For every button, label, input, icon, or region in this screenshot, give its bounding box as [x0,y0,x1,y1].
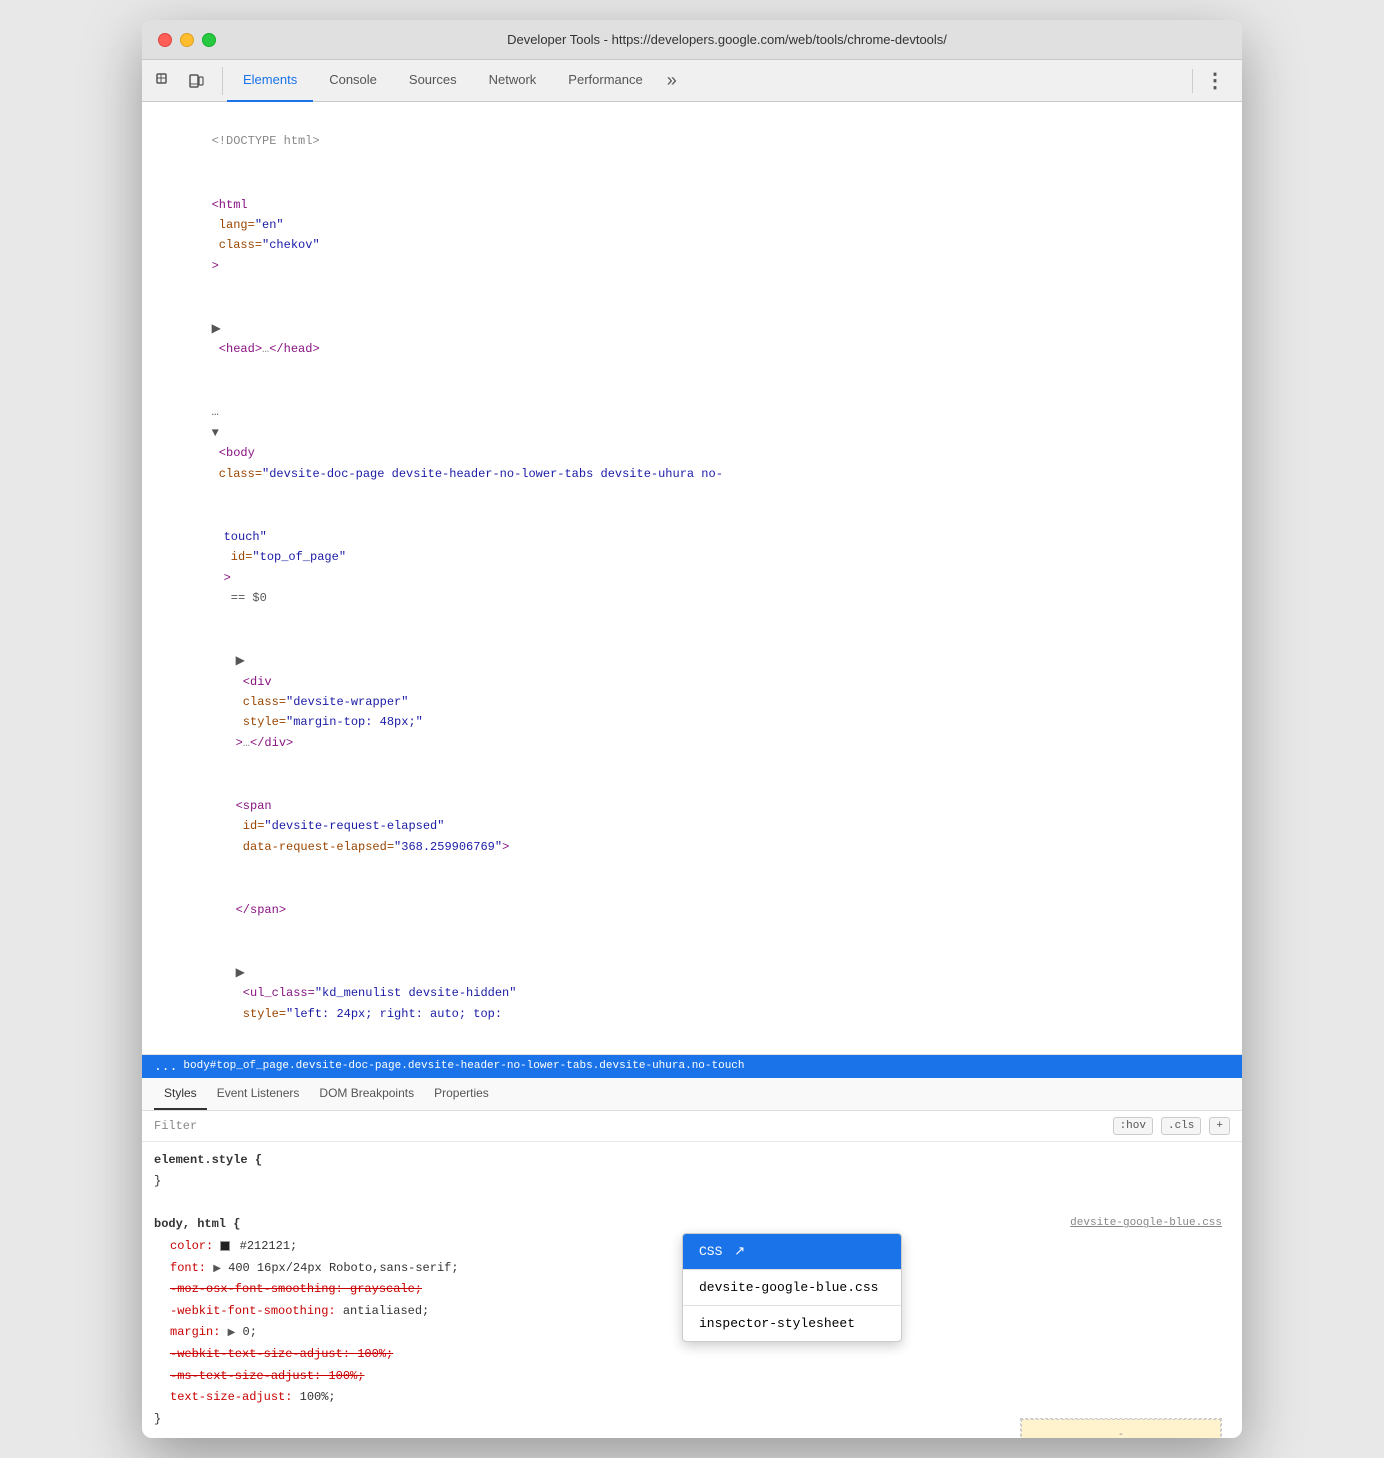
title-bar: Developer Tools - https://developers.goo… [142,20,1242,60]
devtools-menu-button[interactable]: ⋮ [1197,68,1234,93]
devtools-content: <!DOCTYPE html> <html lang="en" class="c… [142,102,1242,1438]
toolbar-icons [150,67,223,95]
tab-dom-breakpoints[interactable]: DOM Breakpoints [309,1078,424,1110]
minimize-button[interactable] [180,33,194,47]
dom-line-div[interactable]: ▶ <div class="devsite-wrapper" style="ma… [142,630,1242,775]
tab-elements[interactable]: Elements [227,60,313,102]
tab-properties[interactable]: Properties [424,1078,499,1110]
filter-bar: Filter :hov .cls + [142,1111,1242,1142]
devtools-window: Developer Tools - https://developers.goo… [142,20,1242,1438]
device-toolbar-icon[interactable] [182,67,210,95]
breadcrumb-bar: ... body#top_of_page.devsite-doc-page.de… [142,1055,1242,1078]
devtools-toolbar: Elements Console Sources Network Perform… [142,60,1242,102]
css-dropdown-item-devsite[interactable]: devsite-google-blue.css [683,1270,901,1305]
close-button[interactable] [158,33,172,47]
dom-tree: <!DOCTYPE html> <html lang="en" class="c… [142,102,1242,1055]
tab-performance[interactable]: Performance [552,60,658,102]
tabs-container: Elements Console Sources Network Perform… [227,60,1188,101]
dom-line-doctype: <!DOCTYPE html> [142,110,1242,173]
inspect-element-icon[interactable] [150,67,178,95]
box-model-outer: - 795 × 8341 - - [1021,1419,1221,1439]
tab-sources[interactable]: Sources [393,60,473,102]
css-dropdown-popup: CSS ↗ devsite-google-blue.css inspector-… [682,1233,902,1342]
tab-console[interactable]: Console [313,60,393,102]
breadcrumb-text[interactable]: body#top_of_page.devsite-doc-page.devsit… [183,1060,744,1072]
dom-line-span[interactable]: <span id="devsite-request-elapsed" data-… [142,775,1242,879]
css-prop-webkit-text-size[interactable]: -webkit-text-size-adjust: 100%; [154,1344,1230,1366]
styles-panel: Styles Event Listeners DOM Breakpoints P… [142,1078,1242,1439]
breadcrumb-dots: ... [154,1059,177,1074]
maximize-button[interactable] [202,33,216,47]
tab-event-listeners[interactable]: Event Listeners [207,1078,310,1110]
css-prop-text-size[interactable]: text-size-adjust: 100%; [154,1387,1230,1409]
css-dropdown-item-css[interactable]: CSS ↗ [683,1234,901,1269]
dom-line-head[interactable]: ▶ <head>…</head> [142,298,1242,382]
window-title: Developer Tools - https://developers.goo… [228,32,1226,47]
css-rule-close: } [154,1171,1230,1193]
tab-network[interactable]: Network [473,60,553,102]
dom-line-span-close[interactable]: </span> [142,878,1242,941]
traffic-lights [158,33,216,47]
css-rule-element-style: element.style { } [154,1150,1230,1193]
css-source-link[interactable]: devsite-google-blue.css [1070,1214,1230,1234]
filter-right: :hov .cls + [1113,1117,1230,1135]
styles-tabs: Styles Event Listeners DOM Breakpoints P… [142,1078,1242,1111]
dom-line-ul-truncated[interactable]: ▶ <ul_class="kd_menulist devsite-hidden"… [142,942,1242,1046]
more-tabs-button[interactable]: » [659,70,685,91]
hov-button[interactable]: :hov [1113,1117,1153,1135]
filter-label[interactable]: Filter [154,1119,197,1133]
css-rule-selector[interactable]: element.style { [154,1150,1230,1172]
css-dropdown-item-inspector[interactable]: inspector-stylesheet [683,1306,901,1341]
add-style-button[interactable]: + [1209,1117,1230,1135]
cursor-indicator: ↗ [734,1244,745,1259]
dom-line-body-cont[interactable]: touch" id="top_of_page" > == $0 [142,505,1242,629]
toolbar-divider [1192,69,1193,93]
box-top-dash: - [1032,1430,1210,1439]
dom-line-html[interactable]: <html lang="en" class="chekov" > [142,173,1242,297]
box-model-container: - 795 × 8341 - - [1020,1418,1222,1439]
cls-button[interactable]: .cls [1161,1117,1201,1135]
dom-line-body-start[interactable]: … ▼ <body class="devsite-doc-page devsit… [142,381,1242,505]
tab-styles[interactable]: Styles [154,1078,207,1110]
css-prop-ms-text-size[interactable]: -ms-text-size-adjust: 100%; [154,1366,1230,1388]
color-swatch[interactable] [220,1241,230,1251]
